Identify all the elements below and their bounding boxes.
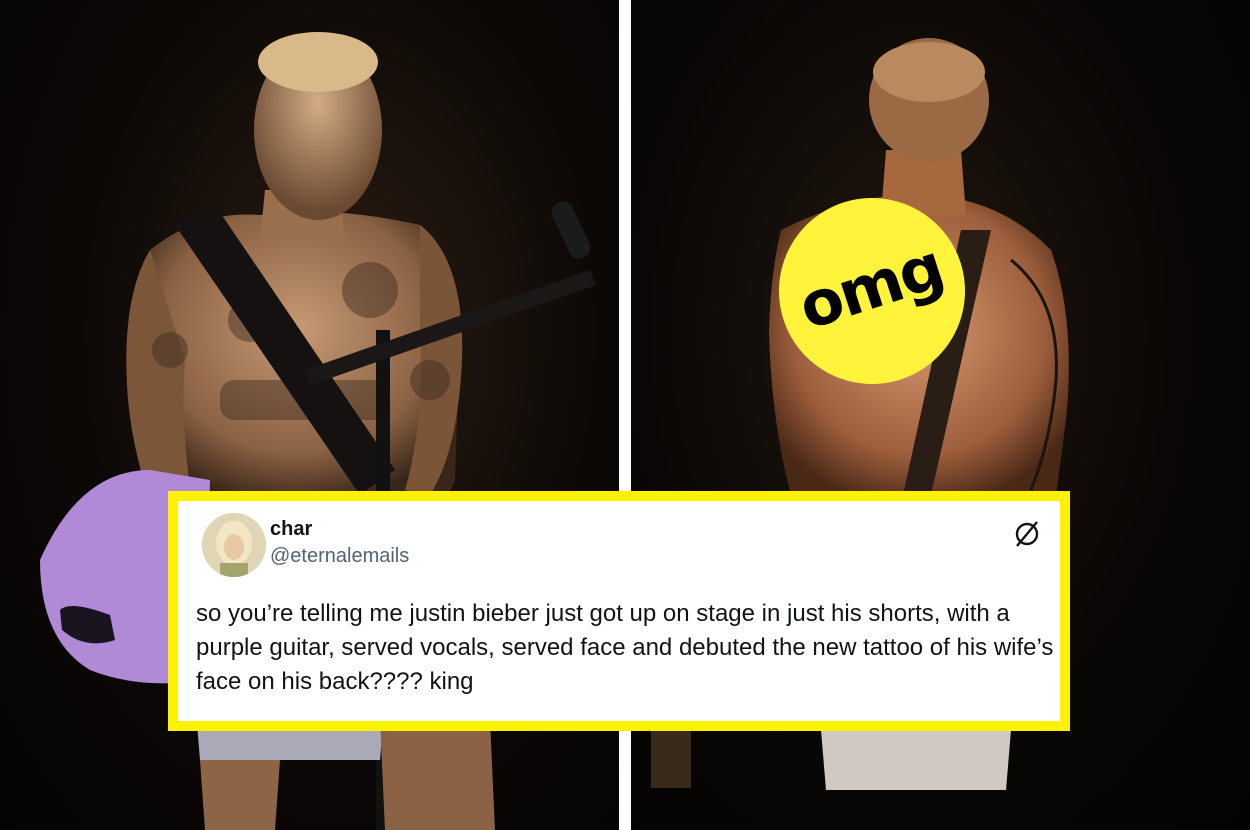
tweet-card: char @eternalemails so you’re telling me…: [168, 491, 1070, 731]
image-collage: omg char @eternalemails so you’re tellin…: [0, 0, 1250, 830]
omg-badge-label: omg: [790, 229, 952, 344]
user-handle: @eternalemails: [270, 545, 410, 567]
avatar-image: [202, 513, 266, 577]
no-symbol-icon: [1012, 519, 1042, 549]
avatar: [202, 513, 266, 577]
display-name: char: [270, 518, 313, 540]
tweet-text: so you’re telling me justin bieber just …: [196, 600, 1054, 695]
